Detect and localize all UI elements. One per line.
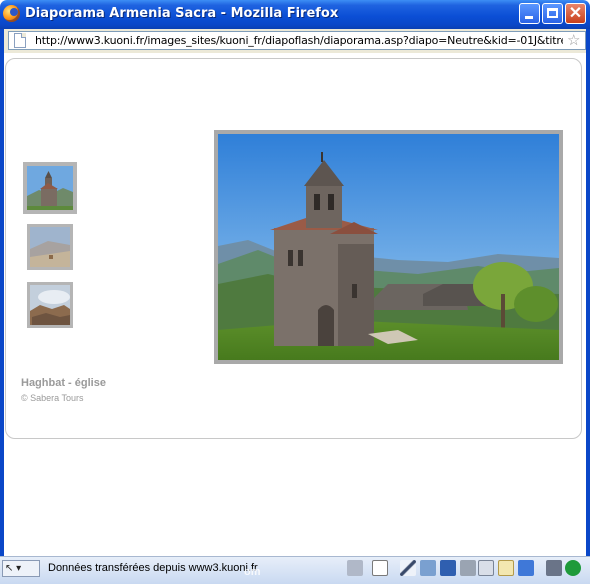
- main-photo[interactable]: [214, 130, 563, 364]
- window-frame-right: [586, 53, 590, 556]
- window-title: Diaporama Armenia Sacra - Mozilla Firefo…: [25, 6, 339, 21]
- thumbnail-landscape[interactable]: [27, 224, 73, 270]
- photo-credit: © Sabera Tours: [21, 393, 84, 403]
- thumbnail-church-image: [27, 166, 73, 210]
- status-tool-button[interactable]: ↖ ▾: [2, 560, 40, 577]
- thumbnail-rocks-image: [30, 285, 70, 325]
- address-bar: http://www3.kuoni.fr/images_sites/kuoni_…: [0, 29, 590, 53]
- minimize-icon: [525, 16, 533, 19]
- maximize-button[interactable]: [542, 3, 563, 24]
- maximize-icon: [547, 8, 558, 18]
- chart-icon[interactable]: [518, 560, 534, 576]
- photo-caption-title: Haghbat - église: [21, 377, 106, 389]
- main-photo-image: [218, 134, 559, 360]
- mail-icon[interactable]: [498, 560, 514, 576]
- thumbnail-landscape-image: [30, 227, 70, 267]
- info-icon[interactable]: [565, 560, 581, 576]
- status-ghost-text: om: [244, 566, 261, 578]
- thumbnail-church[interactable]: [23, 162, 77, 214]
- firefox-icon[interactable]: [3, 5, 20, 22]
- refresh-icon[interactable]: [478, 560, 494, 576]
- pencil-icon[interactable]: [400, 560, 416, 576]
- thumbnail-rocks[interactable]: [27, 282, 73, 328]
- printer-icon[interactable]: [460, 560, 476, 576]
- status-text: Données transférées depuis www3.kuoni.fr: [48, 562, 258, 574]
- window-frame-left: [0, 53, 4, 556]
- url-field[interactable]: http://www3.kuoni.fr/images_sites/kuoni_…: [8, 31, 586, 50]
- close-button[interactable]: ✕: [565, 3, 586, 24]
- bug-icon[interactable]: [347, 560, 363, 576]
- network-icon[interactable]: [420, 560, 436, 576]
- close-icon: ✕: [568, 5, 583, 22]
- minimize-button[interactable]: [519, 3, 540, 24]
- disk-icon[interactable]: [440, 560, 456, 576]
- url-text[interactable]: http://www3.kuoni.fr/images_sites/kuoni_…: [35, 34, 563, 47]
- status-bar: ↖ ▾ Données transférées depuis www3.kuon…: [0, 556, 590, 584]
- page-icon[interactable]: [372, 560, 388, 576]
- page-icon: [14, 33, 26, 48]
- tools-icon[interactable]: [546, 560, 562, 576]
- title-bar[interactable]: Diaporama Armenia Sacra - Mozilla Firefo…: [0, 0, 590, 29]
- bookmark-star-icon[interactable]: ☆: [567, 32, 580, 49]
